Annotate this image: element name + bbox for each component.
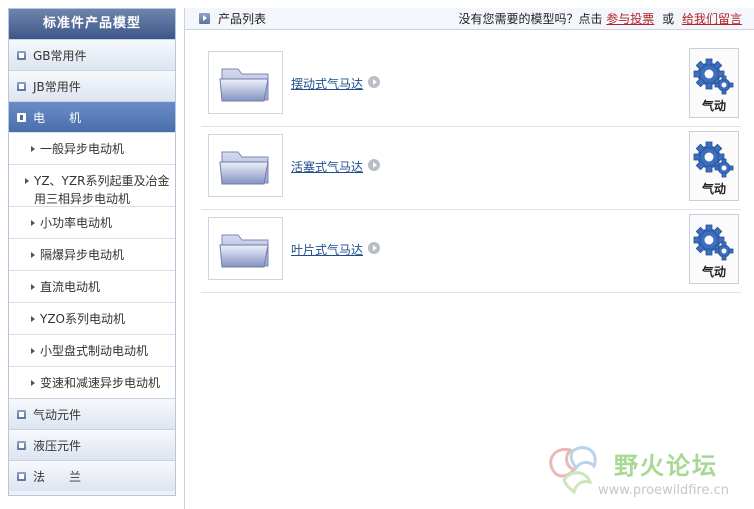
sidebar-category-jb[interactable]: JB常用件 bbox=[9, 70, 175, 101]
sidebar-category-label: JB常用件 bbox=[33, 79, 81, 94]
sidebar-subitem-label: 小功率电动机 bbox=[40, 216, 113, 230]
product-name-link[interactable]: 摆动式气马达 bbox=[291, 75, 363, 92]
sidebar-subitem-label: 小型盘式制动电动机 bbox=[40, 344, 149, 358]
forum-watermark: 野火论坛 www.proewildfire.cn bbox=[542, 440, 752, 502]
sidebar-subitem-label: 变速和减速异步电动机 bbox=[40, 376, 161, 390]
vote-link[interactable]: 参与投票 bbox=[606, 12, 654, 26]
triangle-right-icon bbox=[31, 251, 35, 258]
or-text: 或 bbox=[662, 12, 675, 26]
product-list: 摆动式气马达 气动 活塞式气马达 气动 叶片式气马达 气动 bbox=[201, 44, 741, 293]
product-thumbnail[interactable] bbox=[208, 134, 283, 197]
sidebar-subitem[interactable]: 一般异步电动机 bbox=[9, 132, 175, 164]
sidebar-subitem[interactable]: 小型盘式制动电动机 bbox=[9, 334, 175, 366]
gears-icon bbox=[693, 141, 734, 178]
watermark-url: www.proewildfire.cn bbox=[598, 483, 729, 498]
sidebar-subitem[interactable]: YZ、YZR系列起重及冶金用三相异步电动机 bbox=[9, 164, 175, 206]
list-title: 产品列表 bbox=[218, 12, 267, 26]
folder-icon bbox=[218, 234, 269, 267]
bullet-square-icon bbox=[17, 440, 26, 450]
feedback-prompt: 没有您需要的模型吗？点击 参与投票 或 给我们留言 bbox=[458, 10, 754, 27]
sidebar-category-label: 法 兰 bbox=[33, 469, 82, 484]
bullet-square-icon bbox=[17, 409, 26, 419]
sidebar-category-label: 气动元件 bbox=[33, 407, 82, 422]
message-link[interactable]: 给我们留言 bbox=[682, 12, 742, 26]
bullet-square-icon bbox=[17, 112, 26, 122]
bullet-square-icon bbox=[17, 81, 26, 91]
product-item: 叶片式气马达 气动 bbox=[201, 210, 741, 293]
triangle-right-icon bbox=[31, 379, 35, 386]
sidebar-category-label: GB常用件 bbox=[33, 48, 87, 63]
sidebar-subitem[interactable]: 隔爆异步电动机 bbox=[9, 238, 175, 270]
folder-icon bbox=[218, 68, 269, 101]
sidebar-subitem-label: 直流电动机 bbox=[40, 280, 101, 294]
product-name-link[interactable]: 活塞式气马达 bbox=[291, 158, 363, 175]
sidebar-subitem[interactable]: 变速和减速异步电动机 bbox=[9, 366, 175, 398]
product-item: 活塞式气马达 气动 bbox=[201, 127, 741, 210]
bullet-square-icon bbox=[17, 471, 26, 481]
sidebar-category-hydraulic[interactable]: 液压元件 bbox=[9, 429, 175, 460]
sidebar-subitem-label: 一般异步电动机 bbox=[40, 142, 125, 156]
sidebar-subitem-label: YZ、YZR系列起重及冶金用三相异步电动机 bbox=[34, 174, 170, 206]
product-thumbnail[interactable] bbox=[208, 217, 283, 280]
watermark-title: 野火论坛 bbox=[614, 452, 718, 480]
gears-icon bbox=[693, 58, 734, 95]
triangle-right-icon bbox=[31, 145, 35, 152]
go-arrow-icon[interactable] bbox=[368, 242, 380, 254]
triangle-right-icon bbox=[31, 347, 35, 354]
sidebar-category-pneumatic[interactable]: 气动元件 bbox=[9, 398, 175, 429]
product-thumbnail[interactable] bbox=[208, 51, 283, 114]
triangle-right-icon bbox=[31, 219, 35, 226]
sidebar-subitem[interactable]: 直流电动机 bbox=[9, 270, 175, 302]
category-label: 气动 bbox=[701, 265, 726, 279]
category-gear-button[interactable]: 气动 bbox=[689, 48, 739, 118]
arrow-right-icon bbox=[199, 13, 210, 24]
sidebar-category-flange[interactable]: 法 兰 bbox=[9, 460, 175, 491]
folder-icon bbox=[218, 151, 269, 184]
category-label: 气动 bbox=[701, 182, 726, 196]
sidebar-title: 标准件产品模型 bbox=[9, 9, 175, 39]
go-arrow-icon[interactable] bbox=[368, 159, 380, 171]
gears-icon bbox=[693, 224, 734, 261]
sidebar-category-label: 电 机 bbox=[33, 110, 82, 125]
sidebar-category-motor[interactable]: 电 机 bbox=[9, 101, 175, 132]
sidebar-subitem-label: 隔爆异步电动机 bbox=[40, 248, 125, 262]
sidebar-subitem[interactable]: 小功率电动机 bbox=[9, 206, 175, 238]
category-gear-button[interactable]: 气动 bbox=[689, 214, 739, 284]
triangle-right-icon bbox=[31, 315, 35, 322]
category-gear-button[interactable]: 气动 bbox=[689, 131, 739, 201]
product-item: 摆动式气马达 气动 bbox=[201, 44, 741, 127]
sidebar: 标准件产品模型 GB常用件 JB常用件 电 机 一般异步电动机 YZ、YZR系列… bbox=[8, 8, 176, 496]
sidebar-category-label: 液压元件 bbox=[33, 438, 82, 453]
triangle-right-icon bbox=[25, 178, 29, 184]
category-label: 气动 bbox=[701, 99, 726, 113]
prompt-text: 没有您需要的模型吗？点击 bbox=[458, 12, 603, 26]
main-content: 产品列表 没有您需要的模型吗？点击 参与投票 或 给我们留言 摆动式气马达 气动… bbox=[184, 8, 754, 509]
go-arrow-icon[interactable] bbox=[368, 76, 380, 88]
sidebar-category-gb[interactable]: GB常用件 bbox=[9, 39, 175, 70]
sidebar-subitem-label: YZO系列电动机 bbox=[40, 312, 125, 326]
bullet-square-icon bbox=[17, 50, 26, 60]
triangle-right-icon bbox=[31, 283, 35, 290]
product-name-link[interactable]: 叶片式气马达 bbox=[291, 241, 363, 258]
sidebar-subitem[interactable]: YZO系列电动机 bbox=[9, 302, 175, 334]
list-header: 产品列表 没有您需要的模型吗？点击 参与投票 或 给我们留言 bbox=[185, 8, 754, 30]
